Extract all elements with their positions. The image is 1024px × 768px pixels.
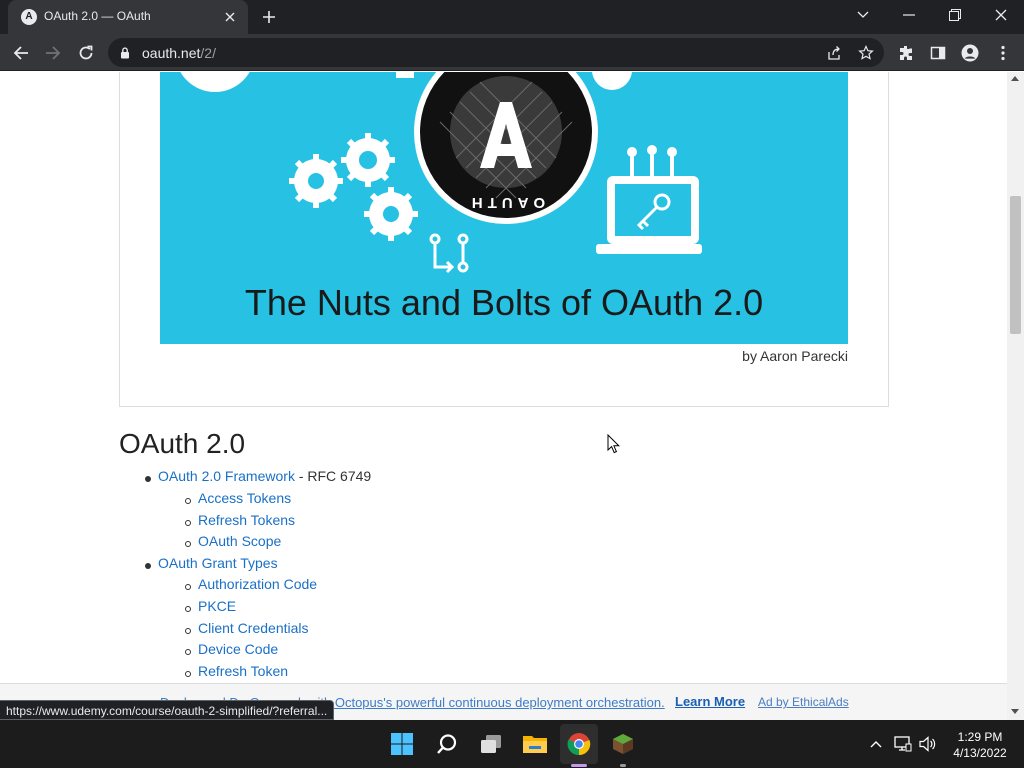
bookmark-star-icon[interactable] bbox=[856, 43, 876, 63]
link-access-tokens[interactable]: Access Tokens bbox=[198, 490, 291, 506]
list-bullet bbox=[185, 628, 191, 634]
side-panel-icon[interactable] bbox=[925, 40, 951, 66]
browser-tab-strip: A OAuth 2.0 — OAuth bbox=[0, 0, 1024, 34]
list-item: OAuth 2.0 Framework - RFC 6749 bbox=[158, 468, 371, 484]
list-bullet bbox=[185, 498, 191, 504]
page-scrollbar[interactable] bbox=[1007, 72, 1024, 720]
start-icon[interactable] bbox=[388, 730, 416, 758]
tab-title: OAuth 2.0 — OAuth bbox=[44, 9, 151, 23]
restore-icon[interactable] bbox=[932, 0, 978, 30]
share-icon[interactable] bbox=[824, 43, 844, 63]
list-item: OAuth Grant Types bbox=[158, 555, 278, 571]
oauth-favicon-icon: A bbox=[21, 9, 37, 25]
list-item: Client Credentials bbox=[198, 620, 309, 636]
volume-icon[interactable] bbox=[918, 734, 938, 754]
file-explorer-icon[interactable] bbox=[521, 730, 549, 758]
clock-date: 4/13/2022 bbox=[953, 746, 1007, 760]
browser-toolbar: oauth.net/2/ bbox=[0, 34, 1024, 71]
page-title: OAuth 2.0 bbox=[119, 428, 246, 459]
address-bar[interactable]: oauth.net/2/ bbox=[108, 38, 884, 67]
list-item: OAuth Scope bbox=[198, 533, 281, 549]
link-refresh-token[interactable]: Refresh Token bbox=[198, 663, 288, 679]
link-oauth-scope[interactable]: OAuth Scope bbox=[198, 533, 281, 549]
rfc-label: - RFC 6749 bbox=[298, 468, 372, 484]
list-item: Access Tokens bbox=[198, 490, 291, 506]
link-client-credentials[interactable]: Client Credentials bbox=[198, 620, 309, 636]
list-bullet bbox=[185, 520, 191, 526]
close-window-icon[interactable] bbox=[978, 0, 1024, 30]
reload-icon[interactable] bbox=[73, 40, 99, 66]
hero-title: The Nuts and Bolts of OAuth 2.0 bbox=[244, 282, 764, 323]
browser-tab-active[interactable]: A OAuth 2.0 — OAuth bbox=[8, 0, 248, 34]
mouse-pointer-icon bbox=[607, 433, 621, 459]
url-text: oauth.net/2/ bbox=[142, 45, 216, 61]
link-authorization-code[interactable]: Authorization Code bbox=[198, 576, 317, 592]
chevron-up-icon[interactable] bbox=[866, 734, 886, 754]
system-clock[interactable]: 1:29 PM 4/13/2022 bbox=[948, 729, 1012, 761]
list-bullet bbox=[185, 649, 191, 655]
hero-banner-image: OAUTH The Nuts and Bolts of OAuth 2.0 bbox=[160, 72, 848, 344]
page-viewport: OAUTH The Nuts and Bolts of OAuth 2.0 by… bbox=[0, 72, 1024, 720]
chrome-icon[interactable] bbox=[565, 730, 593, 758]
svg-text:OAUTH: OAUTH bbox=[467, 194, 545, 211]
list-item: Device Code bbox=[198, 641, 278, 657]
profile-avatar-icon[interactable] bbox=[957, 40, 983, 66]
windows-taskbar: 1:29 PM 4/13/2022 bbox=[0, 720, 1024, 768]
scrollbar-thumb[interactable] bbox=[1010, 196, 1021, 334]
minecraft-running-indicator bbox=[620, 764, 626, 767]
link-oauth-framework[interactable]: OAuth 2.0 Framework bbox=[158, 468, 295, 484]
extensions-icon[interactable] bbox=[893, 40, 919, 66]
ad-by-ethicalads-link[interactable]: Ad by EthicalAds bbox=[758, 695, 849, 709]
search-icon[interactable] bbox=[433, 730, 461, 758]
link-refresh-tokens[interactable]: Refresh Tokens bbox=[198, 512, 295, 528]
task-view-icon[interactable] bbox=[477, 730, 505, 758]
back-icon[interactable] bbox=[8, 40, 34, 66]
list-bullet bbox=[185, 606, 191, 612]
chrome-running-indicator bbox=[571, 764, 587, 767]
hero-byline: by Aaron Parecki bbox=[742, 348, 848, 364]
list-item: Authorization Code bbox=[198, 576, 317, 592]
link-grant-types[interactable]: OAuth Grant Types bbox=[158, 555, 278, 571]
list-bullet bbox=[185, 584, 191, 590]
forward-icon[interactable] bbox=[40, 40, 66, 66]
link-status-url: https://www.udemy.com/course/oauth-2-sim… bbox=[0, 700, 335, 720]
ad-learn-more-link[interactable]: Learn More bbox=[675, 694, 745, 709]
scroll-down-arrow-icon[interactable] bbox=[1011, 709, 1019, 714]
list-item: Refresh Tokens bbox=[198, 512, 295, 528]
clock-time: 1:29 PM bbox=[957, 730, 1003, 744]
minecraft-icon[interactable] bbox=[609, 730, 637, 758]
tab-search-icon[interactable] bbox=[840, 0, 886, 30]
list-item: Refresh Token bbox=[198, 663, 288, 679]
list-bullet bbox=[145, 563, 151, 569]
tab-close-icon[interactable] bbox=[220, 7, 240, 27]
list-bullet bbox=[145, 476, 151, 482]
scroll-up-arrow-icon[interactable] bbox=[1011, 76, 1019, 81]
lock-icon[interactable] bbox=[120, 46, 130, 64]
network-icon[interactable] bbox=[893, 734, 913, 754]
list-bullet bbox=[185, 671, 191, 677]
list-bullet bbox=[185, 541, 191, 547]
minimize-icon[interactable] bbox=[886, 0, 932, 30]
menu-kebab-icon[interactable] bbox=[990, 40, 1016, 66]
list-item: PKCE bbox=[198, 598, 236, 614]
link-device-code[interactable]: Device Code bbox=[198, 641, 278, 657]
link-pkce[interactable]: PKCE bbox=[198, 598, 236, 614]
new-tab-icon[interactable] bbox=[258, 6, 280, 28]
